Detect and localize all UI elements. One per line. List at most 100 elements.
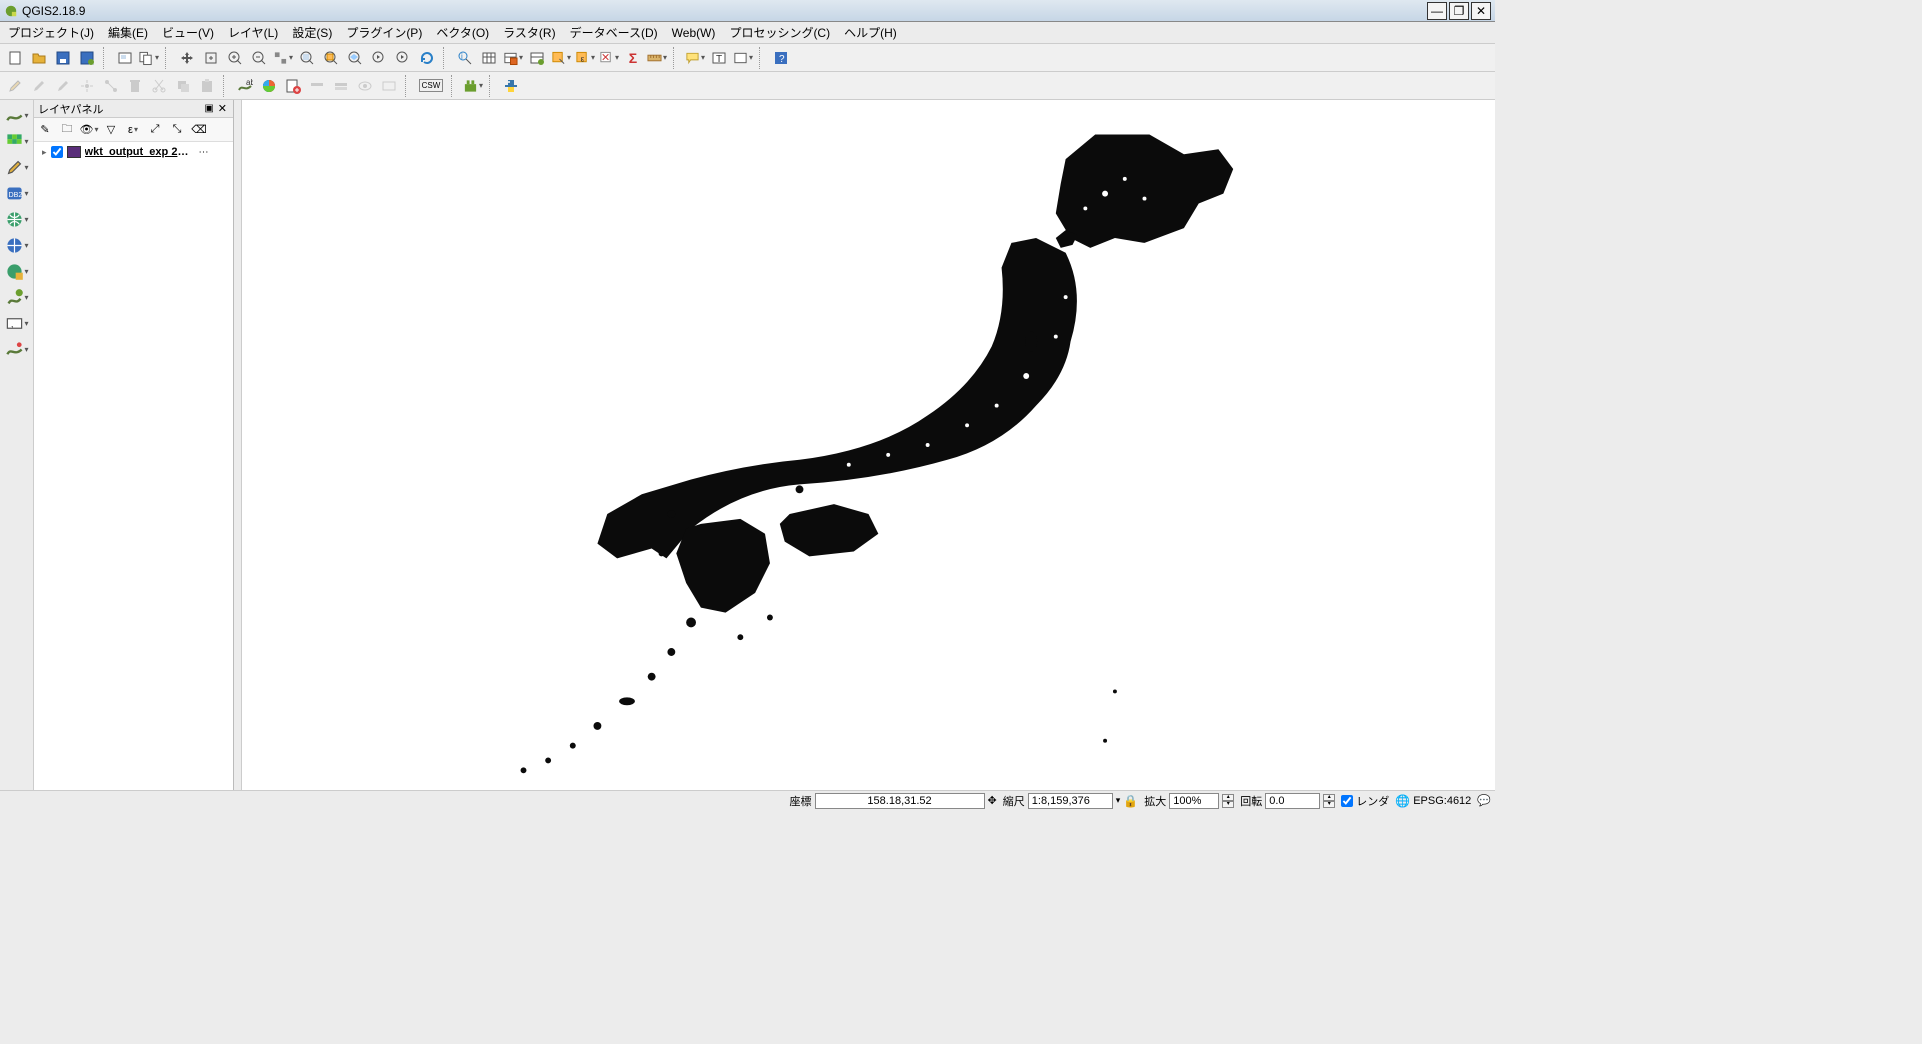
menu-edit[interactable]: 編集(E) (102, 22, 154, 43)
toggle-editing-button[interactable] (4, 75, 26, 97)
rotation-spinner[interactable]: ▴▾ (1323, 794, 1335, 808)
menu-vector[interactable]: ベクタ(O) (430, 22, 495, 43)
measure-button[interactable] (646, 47, 668, 69)
menu-raster[interactable]: ラスタ(R) (497, 22, 561, 43)
text-annotation-button[interactable]: T (708, 47, 730, 69)
select-by-expression-button[interactable]: ε (574, 47, 596, 69)
zoom-out-button[interactable] (248, 47, 270, 69)
layer-panel-float-icon[interactable]: ▣ (202, 103, 215, 114)
zoom-next-button[interactable] (392, 47, 414, 69)
layer-collapse-button[interactable]: ⤡ (168, 121, 186, 139)
zoom-last-button[interactable] (368, 47, 390, 69)
add-db2-layer-icon[interactable]: DB2 (4, 182, 30, 204)
menu-web[interactable]: Web(W) (666, 24, 722, 42)
statistical-summary-button[interactable]: Σ (622, 47, 644, 69)
zoom-in-button[interactable] (224, 47, 246, 69)
duplicate-layer-button[interactable] (330, 75, 352, 97)
print-composer-button[interactable] (114, 47, 136, 69)
scale-lock-icon[interactable]: 🔒 (1123, 794, 1138, 808)
move-feature-button[interactable] (76, 75, 98, 97)
menu-view[interactable]: ビュー(V) (156, 22, 220, 43)
refresh-button[interactable] (416, 47, 438, 69)
attribute-table-conditional-button[interactable] (526, 47, 548, 69)
save-as-button[interactable] (76, 47, 98, 69)
open-field-calc-button[interactable] (502, 47, 524, 69)
scale-dropdown-icon[interactable]: ▾ (1116, 795, 1121, 806)
new-project-button[interactable] (4, 47, 26, 69)
layer-expand-button[interactable]: ⤢ (146, 121, 164, 139)
copy-features-button[interactable] (172, 75, 194, 97)
add-raster-layer-icon[interactable] (4, 130, 30, 152)
layer-item[interactable]: ▸ wkt_output_exp 2015 … ⋯ (38, 146, 229, 158)
layer-visibility-button[interactable] (354, 75, 376, 97)
composer-manager-button[interactable] (138, 47, 160, 69)
menu-plugin[interactable]: プラグイン(P) (340, 22, 428, 43)
layer-visibility-toggle[interactable]: 👁 (80, 121, 98, 139)
add-gps-layer-icon[interactable] (4, 338, 30, 360)
layer-expression-button[interactable]: ε (124, 121, 142, 139)
map-canvas[interactable] (242, 100, 1495, 790)
python-console-button[interactable] (500, 75, 522, 97)
messages-icon[interactable]: 💬 (1477, 794, 1491, 807)
paste-features-button[interactable] (196, 75, 218, 97)
zoom-full-button[interactable] (296, 47, 318, 69)
menu-layer[interactable]: レイヤ(L) (222, 22, 284, 43)
menu-processing[interactable]: プロセッシング(C) (723, 22, 836, 43)
magnify-spinner[interactable]: ▴▾ (1222, 794, 1234, 808)
pan-to-selection-button[interactable] (200, 47, 222, 69)
add-wcs-layer-icon[interactable] (4, 234, 30, 256)
panel-splitter[interactable] (234, 100, 242, 790)
menu-help[interactable]: ヘルプ(H) (838, 22, 903, 43)
layer-checkbox[interactable] (51, 146, 63, 158)
node-tool-button[interactable] (100, 75, 122, 97)
layer-item-more-icon[interactable]: ⋯ (199, 147, 209, 158)
add-delimited-text-icon[interactable] (4, 156, 30, 178)
status-messages[interactable]: 💬 (1477, 794, 1491, 807)
csw-button[interactable]: CSW (416, 75, 446, 97)
status-crs[interactable]: 🌐 EPSG:4612 (1395, 794, 1471, 808)
new-shapefile-layer-button[interactable] (282, 75, 304, 97)
close-button[interactable]: ✕ (1471, 2, 1491, 20)
layer-labeling-button[interactable] (378, 75, 400, 97)
identify-button[interactable]: i (454, 47, 476, 69)
plugin-button[interactable] (462, 75, 484, 97)
cut-features-button[interactable] (148, 75, 170, 97)
add-raster-layer-button[interactable] (258, 75, 280, 97)
menu-project[interactable]: プロジェクト(J) (2, 22, 100, 43)
add-vector-layer-button[interactable]: abc (234, 75, 256, 97)
layer-remove-button[interactable]: ⌫ (190, 121, 208, 139)
add-feature-button[interactable] (52, 75, 74, 97)
open-attribute-table-button[interactable] (478, 47, 500, 69)
save-edits-button[interactable] (28, 75, 50, 97)
coord-extents-icon[interactable]: ✥ (988, 794, 997, 807)
help-button[interactable]: ? (770, 47, 792, 69)
maximize-button[interactable]: ❐ (1449, 2, 1469, 20)
deselect-button[interactable] (598, 47, 620, 69)
add-vector-layer-icon[interactable] (4, 104, 30, 126)
select-features-button[interactable] (550, 47, 572, 69)
layer-tree[interactable]: ▸ wkt_output_exp 2015 … ⋯ (34, 142, 233, 790)
remove-layer-button[interactable] (306, 75, 328, 97)
add-spatialite-layer-icon[interactable] (4, 286, 30, 308)
menu-database[interactable]: データベース(D) (564, 22, 664, 43)
delete-selected-button[interactable] (124, 75, 146, 97)
layer-filter-button[interactable]: ▽ (102, 121, 120, 139)
map-tips-button[interactable] (684, 47, 706, 69)
add-virtual-layer-icon[interactable]: , (4, 312, 30, 334)
layer-panel-close-icon[interactable]: ✕ (216, 102, 229, 115)
crs-icon[interactable]: 🌐 (1395, 794, 1410, 808)
save-project-button[interactable] (52, 47, 74, 69)
rotation-input[interactable] (1265, 793, 1320, 809)
layer-add-group-button[interactable]: 🗀 (58, 121, 76, 139)
layer-style-button[interactable]: ✎ (36, 121, 54, 139)
magnify-input[interactable] (1169, 793, 1219, 809)
menu-settings[interactable]: 設定(S) (286, 22, 338, 43)
add-wfs-layer-icon[interactable] (4, 260, 30, 282)
scale-input[interactable] (1028, 793, 1113, 809)
pan-button[interactable] (176, 47, 198, 69)
annotation-dropdown-button[interactable] (732, 47, 754, 69)
layer-toggle-icon[interactable]: ▸ (42, 147, 47, 158)
zoom-to-selection-button[interactable] (320, 47, 342, 69)
coord-input[interactable] (815, 793, 985, 809)
open-project-button[interactable] (28, 47, 50, 69)
